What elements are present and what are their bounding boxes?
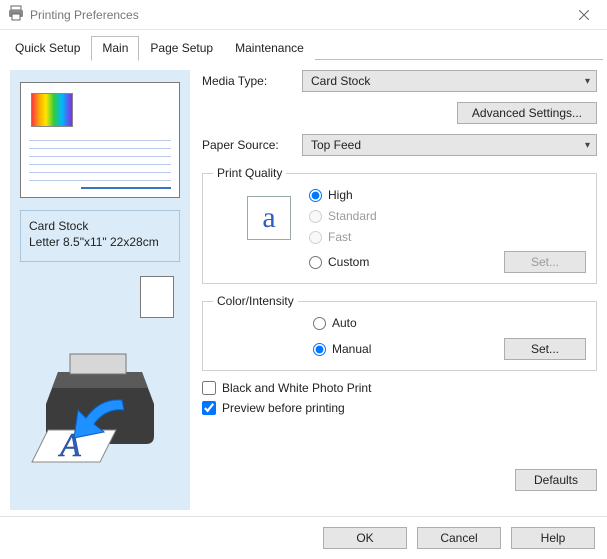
chevron-down-icon: ▾	[585, 140, 590, 151]
quality-fast-radio: Fast	[309, 230, 586, 244]
quality-high-label: High	[328, 188, 353, 202]
quality-preview-icon: a	[247, 196, 291, 240]
color-intensity-legend: Color/Intensity	[213, 294, 298, 308]
preview-before-checkbox[interactable]: Preview before printing	[202, 401, 597, 415]
media-type-select[interactable]: Card Stock ▾	[302, 70, 597, 92]
ci-set-button[interactable]: Set...	[504, 338, 586, 360]
dialog-button-row: OK Cancel Help	[0, 516, 607, 559]
quality-fast-label: Fast	[328, 230, 351, 244]
quality-standard-label: Standard	[328, 209, 377, 223]
print-quality-group: Print Quality a High Standard	[202, 166, 597, 284]
tab-maintenance[interactable]: Maintenance	[224, 36, 315, 60]
bw-photo-checkbox[interactable]: Black and White Photo Print	[202, 381, 597, 395]
paper-source-value: Top Feed	[311, 138, 361, 152]
help-button[interactable]: Help	[511, 527, 595, 549]
bw-photo-label: Black and White Photo Print	[222, 381, 371, 395]
preview-panel: Card Stock Letter 8.5"x11" 22x28cm A	[10, 70, 190, 510]
defaults-button[interactable]: Defaults	[515, 469, 597, 491]
quality-custom-label: Custom	[328, 255, 369, 269]
close-icon	[579, 10, 589, 20]
window-title: Printing Preferences	[30, 8, 561, 22]
printer-icon	[8, 5, 24, 24]
ok-button[interactable]: OK	[323, 527, 407, 549]
preview-paper-size: Letter 8.5"x11" 22x28cm	[29, 235, 171, 249]
paper-source-label: Paper Source:	[202, 138, 302, 152]
cancel-button[interactable]: Cancel	[417, 527, 501, 549]
page-preview-underline	[81, 187, 171, 189]
quality-custom-radio[interactable]: Custom	[309, 255, 369, 269]
quality-standard-radio: Standard	[309, 209, 586, 223]
tab-page-setup[interactable]: Page Setup	[139, 36, 224, 60]
titlebar: Printing Preferences	[0, 0, 607, 30]
quality-set-button: Set...	[504, 251, 586, 273]
rainbow-swatch-icon	[31, 93, 73, 127]
print-quality-legend: Print Quality	[213, 166, 286, 180]
settings-panel: Media Type: Card Stock ▾ Advanced Settin…	[202, 70, 597, 510]
close-button[interactable]	[561, 0, 607, 30]
tab-quick-setup[interactable]: Quick Setup	[4, 36, 91, 60]
preview-before-label: Preview before printing	[222, 401, 345, 415]
color-intensity-group: Color/Intensity Auto Manual Set...	[202, 294, 597, 371]
paper-source-select[interactable]: Top Feed ▾	[302, 134, 597, 156]
preview-media-type: Card Stock	[29, 219, 171, 233]
printer-illustration: A	[20, 344, 180, 464]
quality-high-radio[interactable]: High	[309, 188, 586, 202]
tab-main[interactable]: Main	[91, 36, 139, 61]
advanced-settings-button[interactable]: Advanced Settings...	[457, 102, 597, 124]
ci-auto-radio[interactable]: Auto	[313, 316, 586, 330]
orientation-thumbnail	[140, 276, 174, 318]
tab-strip: Quick Setup Main Page Setup Maintenance	[0, 36, 607, 60]
main-tab-content: Card Stock Letter 8.5"x11" 22x28cm A Med…	[0, 60, 607, 516]
page-preview	[20, 82, 180, 198]
media-type-label: Media Type:	[202, 74, 302, 88]
chevron-down-icon: ▾	[585, 76, 590, 87]
ci-auto-label: Auto	[332, 316, 357, 330]
preview-media-info: Card Stock Letter 8.5"x11" 22x28cm	[20, 210, 180, 262]
page-preview-rules	[29, 133, 171, 185]
ci-manual-label: Manual	[332, 342, 371, 356]
media-type-value: Card Stock	[311, 74, 370, 88]
ci-manual-radio[interactable]: Manual	[313, 342, 371, 356]
